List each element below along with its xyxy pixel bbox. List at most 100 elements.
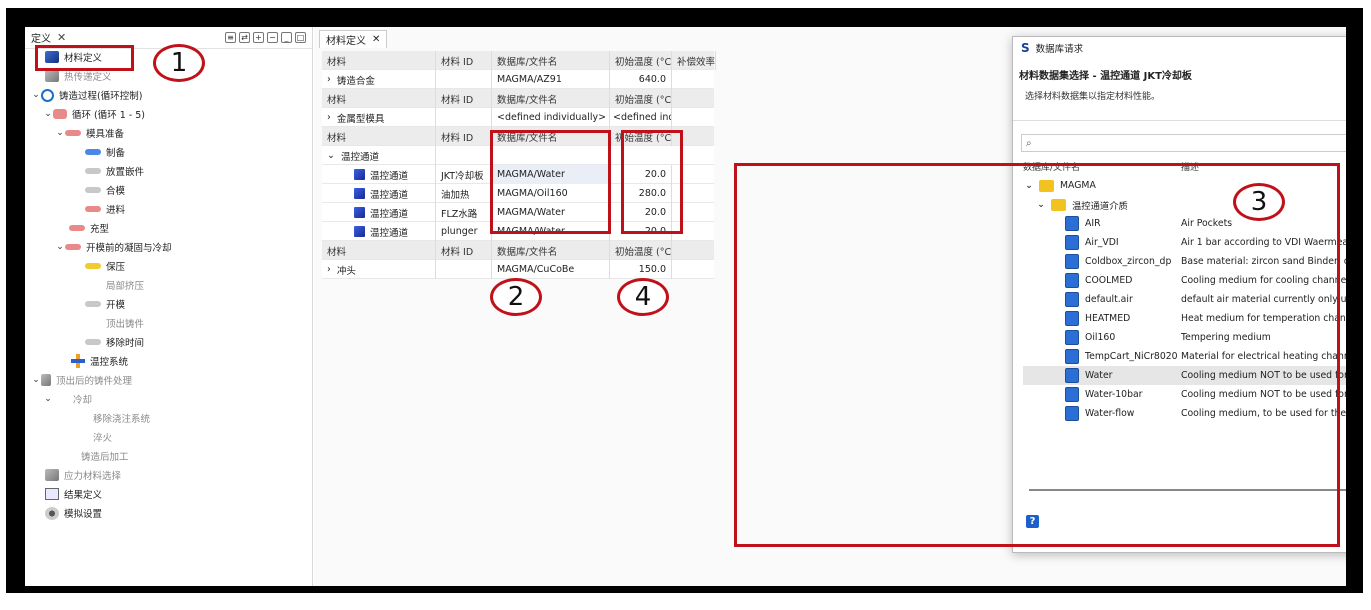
window: 定义 ✕ ≡ ⇄ + − _ □ 材料定义 热传递定义 ⌄ 铸造过程(循环控制) …: [25, 27, 1346, 586]
chevron-down-icon[interactable]: ⌄: [31, 375, 41, 385]
chevron-right-icon[interactable]: ›: [327, 264, 331, 275]
screenshot-frame: 定义 ✕ ≡ ⇄ + − _ □ 材料定义 热传递定义 ⌄ 铸造过程(循环控制) …: [6, 8, 1363, 593]
tree-item-label: 结果定义: [64, 490, 103, 501]
tree-item-remove-time[interactable]: 移除时间: [85, 333, 144, 351]
tree-item-remove-gating[interactable]: 移除浇注系统: [93, 409, 150, 427]
material-cube-icon: [354, 226, 365, 237]
chevron-down-icon[interactable]: ⌄: [43, 109, 53, 119]
table-row[interactable]: › 金属型模具 <defined individually> <defined i…: [322, 108, 714, 127]
step-bar-icon: [85, 187, 101, 193]
collapse-all-icon[interactable]: −: [267, 32, 278, 43]
cycle-icon: [41, 88, 54, 102]
material-label: 温控通道: [370, 170, 409, 182]
db-cell[interactable]: MAGMA/AZ91: [492, 70, 610, 89]
group-cell: › 冲头: [322, 260, 436, 279]
col-header-db: 数据库/文件名: [492, 89, 610, 108]
chevron-right-icon[interactable]: ›: [327, 74, 331, 85]
tree-item-label: 铸造过程(循环控制): [59, 91, 143, 102]
material-cube-icon: [354, 169, 365, 180]
tree-item-cycle[interactable]: ⌄ 循环 (循环 1 - 5): [43, 105, 145, 123]
group-label: 金属型模具: [336, 113, 385, 125]
tree-item-feed[interactable]: 进料: [85, 200, 125, 218]
tree-item-filling[interactable]: 充型: [69, 219, 109, 237]
tree-item-spray[interactable]: 制备: [85, 143, 125, 161]
tree-item-quench[interactable]: 淬火: [93, 428, 112, 446]
chevron-down-icon[interactable]: ⌄: [327, 150, 335, 161]
tree-item-simulation-settings[interactable]: 模拟设置: [45, 504, 102, 522]
temp-cell[interactable]: 150.0: [610, 260, 672, 279]
col-header-temp: 初始温度 (°C): [610, 241, 672, 260]
tree-item-solidification[interactable]: ⌄ 开模前的凝固与冷却: [55, 238, 171, 256]
col-header-id: 材料 ID: [436, 89, 492, 108]
tree-item-label: 顶出后的铸件处理: [56, 376, 133, 387]
annotation-circle-4: 4: [617, 278, 669, 316]
tree-item-label: 冷却: [73, 395, 93, 406]
chevron-down-icon[interactable]: ⌄: [55, 242, 65, 252]
temp-cell[interactable]: <defined ind: [610, 108, 672, 127]
expand-all-icon[interactable]: +: [253, 32, 264, 43]
tab-label: 材料定义: [326, 36, 366, 47]
tree-item-close-die[interactable]: 合模: [85, 181, 125, 199]
chevron-right-icon[interactable]: ›: [327, 112, 331, 123]
col-header-compensation: 补偿效率: [672, 51, 716, 70]
list-icon[interactable]: ≡: [225, 32, 236, 43]
tree-item-eject[interactable]: 顶出铸件: [106, 314, 144, 332]
step-bar-icon: [69, 225, 85, 231]
material-label: 温控通道: [370, 208, 409, 220]
tree-item-label: 合模: [106, 186, 126, 197]
material-label: 温控通道: [370, 227, 409, 239]
step-bar-icon: [85, 206, 101, 212]
tree-item-open-die[interactable]: 开模: [85, 295, 125, 313]
tree-item-post-ejection[interactable]: ⌄ 顶出后的铸件处理: [31, 371, 132, 389]
tree-item-label: 放置嵌件: [106, 167, 145, 178]
dialog-header: 材料数据集选择 - 温控通道 JKT冷却板 选择材料数据集以指定材料性能。: [1013, 59, 1346, 121]
db-cell[interactable]: MAGMA/CuCoBe: [492, 260, 610, 279]
chevron-down-icon[interactable]: ⌄: [55, 128, 65, 138]
group-cell: › 铸造合金: [322, 70, 436, 89]
tree-item-hold-pressure[interactable]: 保压: [85, 257, 125, 275]
tree-item-label: 移除浇注系统: [93, 414, 151, 425]
tab-material-definition[interactable]: 材料定义 ✕: [319, 30, 388, 48]
tree-item-label: 顶出铸件: [106, 319, 145, 330]
maximize-icon[interactable]: □: [295, 32, 306, 43]
tree-item-label: 淬火: [93, 433, 113, 444]
id-cell: 油加热: [436, 184, 492, 203]
tree-item-label: 制备: [106, 148, 126, 159]
close-icon[interactable]: ✕: [372, 34, 380, 45]
tree-item-die-prep[interactable]: ⌄ 模具准备: [55, 124, 124, 142]
tree-item-stress-material[interactable]: 应力材料选择: [45, 466, 121, 484]
tree-item-label: 进料: [106, 205, 126, 216]
table-row[interactable]: › 铸造合金 MAGMA/AZ91 640.0: [322, 70, 714, 89]
id-cell: FLZ水路: [436, 203, 492, 222]
annotation-box-4: [621, 130, 683, 234]
tree-item-label: 保压: [106, 262, 126, 273]
gear-icon: [45, 506, 59, 520]
minimize-icon[interactable]: _: [281, 32, 292, 43]
tree-item-local-squeeze[interactable]: 局部挤压: [106, 276, 144, 294]
tree-item-insert[interactable]: 放置嵌件: [85, 162, 144, 180]
search-input[interactable]: ⌕: [1021, 134, 1346, 152]
col-header-id: 材料 ID: [436, 241, 492, 260]
post-process-icon: [41, 374, 51, 386]
tree-item-machining[interactable]: 铸造后加工: [81, 447, 129, 465]
tree-item-label: 移除时间: [106, 338, 145, 349]
tree-item-casting-process[interactable]: ⌄ 铸造过程(循环控制): [31, 86, 142, 104]
tree-item-thermal-system[interactable]: 温控系统: [71, 352, 128, 370]
tree-item-results[interactable]: 结果定义: [45, 485, 102, 503]
group-label: 铸造合金: [336, 75, 375, 87]
sync-icon[interactable]: ⇄: [239, 32, 250, 43]
db-cell[interactable]: <defined individually>: [492, 108, 610, 127]
tree-item-label: 模拟设置: [64, 509, 103, 520]
temp-cell[interactable]: 640.0: [610, 70, 672, 89]
cycle-step-icon: [53, 109, 67, 119]
tree-toolbar: ≡ ⇄ + − _ □: [225, 32, 306, 43]
col-header-material: 材料: [322, 241, 436, 260]
col-header-material: 材料: [322, 127, 436, 146]
chevron-down-icon[interactable]: ⌄: [43, 394, 53, 404]
table-header-row: 材料 材料 ID 数据库/文件名 初始温度 (°C): [322, 241, 714, 260]
table-row[interactable]: › 冲头 MAGMA/CuCoBe 150.0: [322, 260, 714, 279]
close-icon[interactable]: ✕: [57, 31, 66, 44]
chevron-down-icon[interactable]: ⌄: [31, 90, 41, 100]
tree-item-cooling[interactable]: ⌄ 冷却: [43, 390, 92, 408]
group-label: 冲头: [336, 265, 356, 277]
